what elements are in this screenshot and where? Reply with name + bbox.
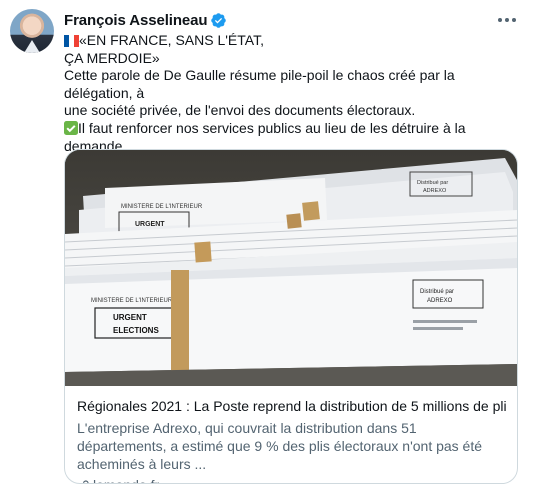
link-card-photo[interactable]: MINISTERE DE L'INTERIEUR URGENT Distribu… — [65, 150, 517, 386]
tweet-text-line-3: Cette parole de De Gaulle résume pile-po… — [64, 67, 459, 101]
tweet-text-line-1: «EN FRANCE, SANS L'ÉTAT, — [79, 32, 264, 48]
tweet-text-line-2: ÇA MERDOIE» — [64, 49, 160, 66]
link-card-headline[interactable]: Régionales 2021 : La Poste reprend la di… — [77, 397, 507, 415]
more-options-icon[interactable] — [498, 12, 518, 28]
tweet-text-line-4: une société privée, de l'envoi des docum… — [64, 102, 416, 119]
photo-text-elections: ELECTIONS — [113, 326, 159, 335]
photo-text-adrexo: ADREXO — [427, 298, 453, 304]
check-mark-icon — [64, 120, 78, 135]
tweet[interactable]: François Asselineau «EN FRANCE, SANS L'É… — [0, 0, 540, 492]
link-icon — [81, 479, 89, 483]
photo-text-ministere-front: MINISTERE DE L'INTERIEUR — [91, 298, 173, 304]
link-card-description: L'entreprise Adrexo, qui couvrait la dis… — [77, 420, 483, 472]
photo-text-urgent-back: URGENT — [135, 221, 165, 228]
photo-text-ministere-back: MINISTERE DE L'INTERIEUR — [121, 204, 203, 210]
link-card-source[interactable]: lemonde.fr — [77, 476, 507, 483]
verified-badge-icon — [211, 12, 227, 28]
photo-text-distribue: Distribué par — [420, 289, 454, 295]
photo-text-urgent: URGENT — [113, 313, 147, 322]
avatar[interactable] — [10, 9, 54, 53]
link-card-source-label: lemonde.fr — [93, 476, 159, 483]
tweet-header: François Asselineau — [64, 10, 227, 30]
photo-text-distribue-back: Distribué par — [417, 180, 448, 186]
link-card[interactable]: MINISTERE DE L'INTERIEUR URGENT Distribu… — [64, 149, 518, 484]
french-flag-icon — [64, 35, 79, 47]
author-name[interactable]: François Asselineau — [64, 12, 208, 29]
photo-text-adrexo-back: ADREXO — [423, 188, 447, 194]
link-card-text: Régionales 2021 : La Poste reprend la di… — [77, 397, 507, 483]
